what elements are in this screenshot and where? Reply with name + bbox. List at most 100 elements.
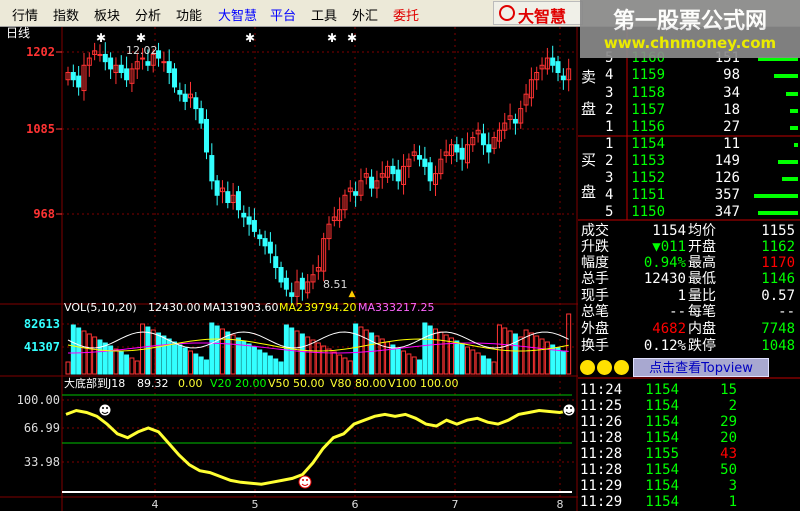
buy-price: 1152 (631, 170, 665, 186)
trade-price: 1154 (645, 382, 679, 398)
trade-volume: 1 (729, 494, 737, 510)
stat-label: 总笔 (581, 304, 609, 320)
sell-volume: 27 (723, 119, 740, 135)
stat-value: 1154 (652, 223, 686, 239)
stat-value: 0.12% (644, 338, 687, 354)
trade-volume: 2 (729, 398, 737, 414)
buy-price: 1151 (631, 187, 665, 203)
buy-volume-bar (754, 194, 798, 198)
buy-volume-bar (758, 211, 798, 215)
trade-price: 1154 (645, 494, 679, 510)
buy-price: 1150 (631, 204, 665, 220)
sell-volume: 34 (723, 85, 740, 101)
sell-volume: 18 (723, 102, 740, 118)
trade-time: 11:26 (580, 414, 622, 430)
stat-value: 12430 (644, 271, 686, 287)
stat-label: 最高 (688, 254, 716, 271)
sell-volume-bar (790, 126, 798, 130)
sell-volume: 98 (723, 67, 740, 83)
trade-time: 11:29 (580, 478, 622, 494)
stat-label: 开盘 (688, 238, 716, 255)
trade-price: 1154 (645, 462, 679, 478)
trade-price: 1154 (645, 478, 679, 494)
sell-level: 3 (605, 85, 613, 101)
trade-price: 1154 (645, 398, 679, 414)
stat-value: 1170 (761, 255, 795, 271)
watermark-title: 第一股票公式网 (612, 9, 767, 34)
buy-level: 4 (605, 187, 613, 203)
trade-time: 11:24 (580, 382, 622, 398)
stat-value: -- (778, 304, 795, 320)
sell-level: 1 (605, 119, 613, 135)
watermark-banner: 第一股票公式网 www.chnmoney.com (580, 0, 800, 58)
trade-price: 1154 (645, 430, 679, 446)
stat-label: 量比 (688, 288, 716, 304)
trade-time: 11:25 (580, 398, 622, 414)
trade-volume: 20 (720, 430, 737, 446)
quote-panel: 卖盘买盘5 1160 1514 1159 983 1158 342 1157 181 1156 27… (578, 27, 800, 511)
buy-volume: 149 (715, 153, 740, 169)
sell-volume-bar (786, 92, 798, 96)
stat-value: 1146 (761, 271, 795, 287)
stat-label: 每笔 (688, 304, 716, 320)
trade-volume: 43 (720, 446, 737, 462)
watermark-url: www.chnmoney.com (603, 34, 777, 52)
yellow-dot-icon[interactable] (580, 360, 595, 375)
stat-label: 成交 (581, 222, 609, 239)
stat-value: 1048 (761, 338, 795, 354)
trade-volume: 50 (720, 462, 737, 478)
trade-time: 11:28 (580, 446, 622, 462)
buy-volume: 347 (715, 204, 740, 220)
buy-volume-bar (778, 160, 798, 164)
buy-level: 2 (605, 153, 613, 169)
sell-side-label: 盘 (581, 100, 596, 118)
stat-label: 现手 (581, 288, 609, 304)
stat-value: 4682 (652, 321, 686, 337)
stat-label: 均价 (688, 223, 716, 239)
buy-volume: 357 (715, 187, 740, 203)
yellow-dot-icon[interactable] (597, 360, 612, 375)
trade-price: 1154 (645, 414, 679, 430)
trade-volume: 29 (720, 414, 737, 430)
stat-label: 外盘 (581, 320, 609, 337)
buy-volume: 11 (723, 136, 740, 152)
sell-volume-bar (774, 74, 798, 78)
sell-price: 1157 (631, 102, 665, 118)
stat-value: -- (669, 304, 686, 320)
stat-value: ▼011 (652, 239, 686, 255)
stat-label: 内盘 (688, 320, 716, 337)
trade-volume: 15 (720, 382, 737, 398)
stat-label: 换手 (581, 337, 609, 354)
buy-level: 3 (605, 170, 613, 186)
stat-value: 0.94% (644, 255, 687, 271)
trade-volume: 3 (729, 478, 737, 494)
stat-value: 1 (678, 288, 686, 304)
stat-value: 7748 (761, 321, 795, 337)
buy-volume: 126 (715, 170, 740, 186)
trade-time: 11:29 (580, 494, 622, 510)
stat-label: 跌停 (688, 337, 716, 354)
buy-side-label: 买 (581, 151, 596, 169)
trade-time: 11:28 (580, 430, 622, 446)
buy-side-label: 盘 (581, 183, 596, 201)
buy-price: 1154 (631, 136, 665, 152)
sell-price: 1156 (631, 119, 665, 135)
topview-button[interactable]: 点击查看Topview (633, 358, 769, 377)
trade-price: 1155 (645, 446, 679, 462)
sell-level: 4 (605, 67, 613, 83)
buy-volume-bar (782, 177, 798, 181)
buy-level: 5 (605, 204, 613, 220)
sell-volume-bar (790, 109, 798, 113)
stat-label: 幅度 (581, 255, 609, 271)
trade-time: 11:28 (580, 462, 622, 478)
buy-level: 1 (605, 136, 613, 152)
sell-side-label: 卖 (581, 68, 596, 86)
sell-price: 1159 (631, 67, 665, 83)
sell-level: 2 (605, 102, 613, 118)
buy-volume-bar (794, 143, 798, 147)
stat-label: 升跌 (581, 239, 609, 255)
stat-value: 1155 (761, 223, 795, 239)
stat-label: 总手 (581, 271, 609, 287)
stat-value: 0.57 (761, 288, 795, 304)
yellow-dot-icon[interactable] (614, 360, 629, 375)
